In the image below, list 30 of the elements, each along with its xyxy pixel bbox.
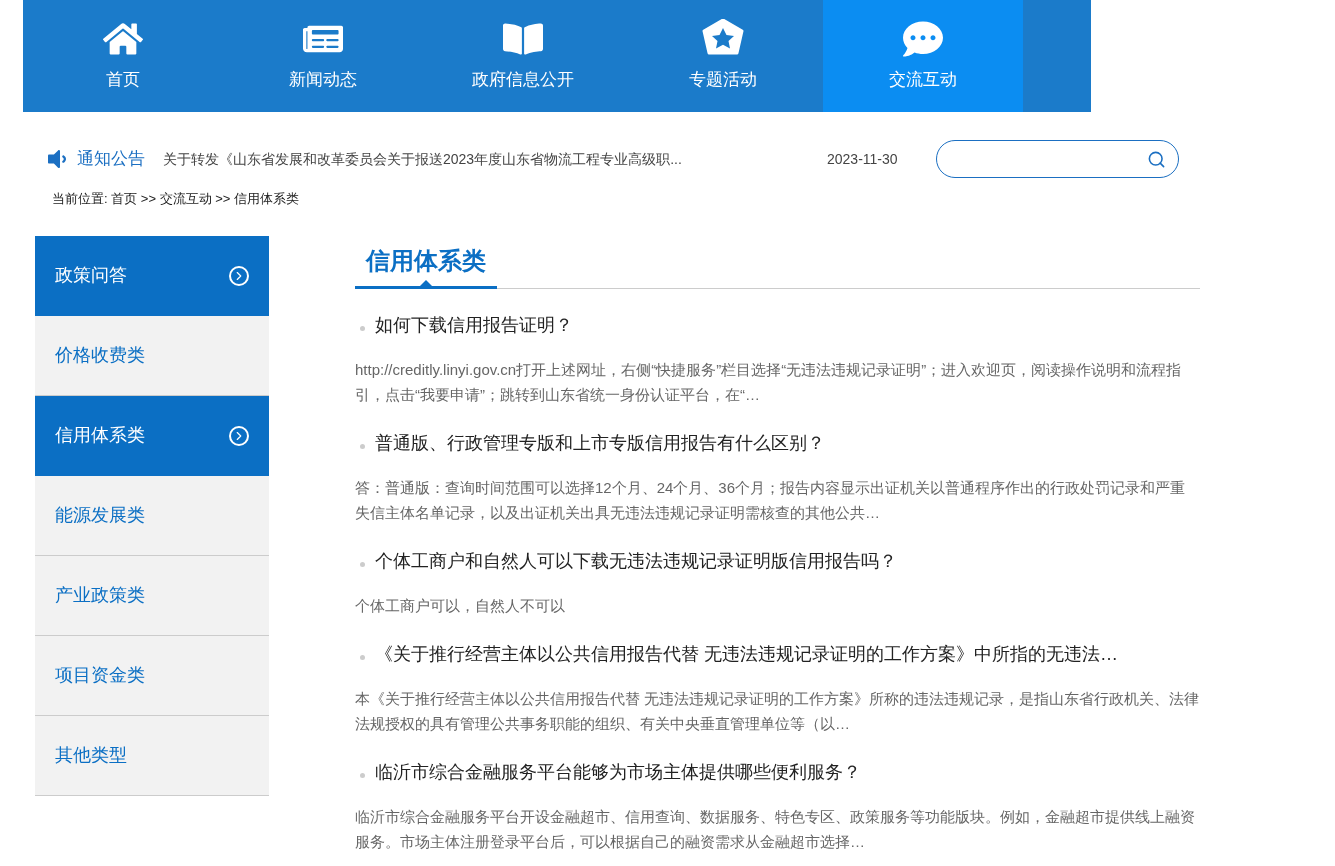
answer-summary: 本《关于推行经营主体以公共信用报告代替 无违法违规记录证明的工作方案》所称的违法违规记录，是指山东省行政机关、法律法规授权的具有管理公共事务职能的组织、有关中央垂直管理单位等（以… <box>355 688 1200 734</box>
sidebar-item[interactable]: 能源发展类 <box>35 475 269 556</box>
answer-summary: http://creditly.linyi.gov.cn打开上述网址，右侧“快捷服务”栏目选择“无违法违规记录证明”；进入欢迎页，阅读操作说明和流程指引，点击“我要申请”；跳转到山东省统一身份认证平台，在“… <box>355 359 1183 405</box>
question-link[interactable]: 个体工商户和自然人可以下载无违法违规记录证明版信用报告吗？ <box>375 547 897 575</box>
sidebar-item[interactable]: 政策问答 <box>35 235 269 316</box>
speaker-icon <box>45 147 69 171</box>
notice-link[interactable]: 关于转发《山东省发展和改革委员会关于报送2023年度山东省物流工程专业高级职... <box>163 148 783 170</box>
tab-pointer-icon <box>420 279 432 286</box>
notice-label: 通知公告 <box>77 148 145 171</box>
question-link[interactable]: 如何下载信用报告证明？ <box>375 311 573 339</box>
sidebar-item[interactable]: 其他类型 <box>35 715 269 796</box>
nav-tab[interactable]: 政府信息公开 <box>423 0 623 112</box>
nav-tab[interactable]: 新闻动态 <box>223 0 423 112</box>
answer-summary: 个体工商户可以，自然人不可以 <box>355 595 566 616</box>
sidebar-item[interactable]: 产业政策类 <box>35 555 269 636</box>
sidebar-item[interactable]: 项目资金类 <box>35 635 269 716</box>
answer-summary: 临沂市综合金融服务平台开设金融超市、信用查询、数据服务、特色专区、政策服务等功能版块。例如，金融超市提供线上融资服务。市场主体注册登录平台后，可以根据自己的融资需求从金融超市选择… <box>355 806 1196 852</box>
question-link[interactable]: 临沂市综合金融服务平台能够为市场主体提供哪些便利服务？ <box>375 758 861 786</box>
notice-date: 2023-11-30 <box>827 149 898 169</box>
sidebar-item[interactable]: 信用体系类 <box>35 395 269 476</box>
nav-tab[interactable]: 交流互动 <box>823 0 1023 112</box>
question-link[interactable]: 普通版、行政管理专版和上市专版信用报告有什么区别？ <box>375 429 825 457</box>
sidebar-item[interactable]: 价格收费类 <box>35 315 269 396</box>
nav-tab[interactable]: 首页 <box>23 0 223 112</box>
section-title: 信用体系类 <box>366 245 486 276</box>
search-icon <box>1146 149 1166 169</box>
nav-tab[interactable]: 专题活动 <box>623 0 823 112</box>
question-link[interactable]: 《关于推行经营主体以公共信用报告代替 无违法违规记录证明的工作方案》中所指的无违法… <box>375 640 1118 668</box>
breadcrumb: 当前位置: 首页 >> 交流互动 >> 信用体系类 <box>52 190 301 208</box>
answer-summary: 答：普通版：查询时间范围可以选择12个月、24个月、36个月；报告内容显示出证机关以普通程序作出的行政处罚记录和严重失信主体名单记录，以及出证机关出具无违法违规记录证明需核查的其他公共… <box>355 477 1187 523</box>
